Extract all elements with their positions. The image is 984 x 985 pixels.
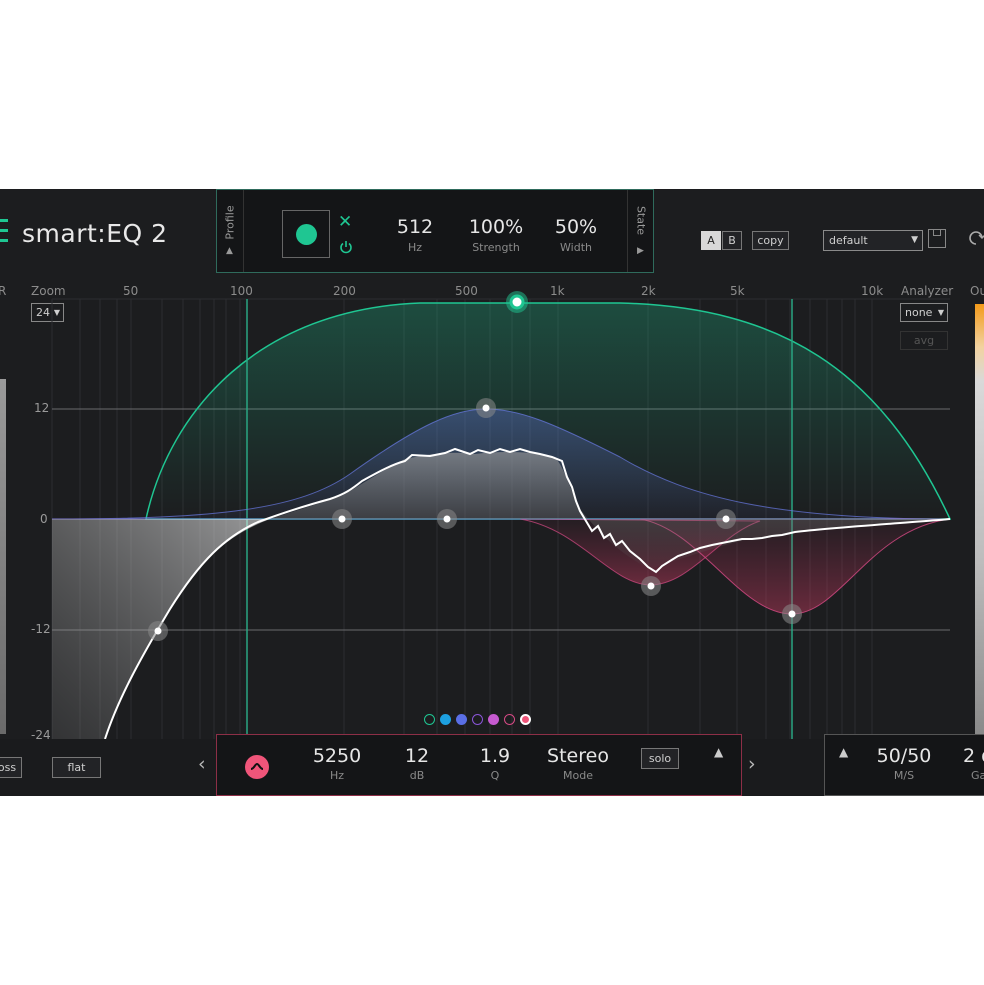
band-gain-value[interactable]: 12: [395, 745, 439, 767]
band-panel: 5250 Hz 12 dB 1.9 Q Stereo Mode solo ▲: [216, 734, 742, 796]
next-band-icon[interactable]: ›: [748, 753, 756, 775]
band-selector[interactable]: [424, 714, 536, 726]
band-dot-2[interactable]: [440, 714, 451, 725]
prev-band-icon[interactable]: ‹: [198, 753, 206, 775]
band-dot-7[interactable]: [520, 714, 531, 725]
eq-graph[interactable]: [0, 189, 984, 796]
band-gain-label: dB: [409, 769, 425, 782]
band-dot-5[interactable]: [488, 714, 499, 725]
plugin-window: smart:EQ 2 Profile ▲ ✕ 512 Hz 100% Stren…: [0, 189, 984, 796]
band-handle-2[interactable]: [332, 509, 352, 529]
band-freq-label: Hz: [329, 769, 345, 782]
band-q-value[interactable]: 1.9: [473, 745, 517, 767]
band-handle-6[interactable]: [716, 509, 736, 529]
ms-value[interactable]: 50/50: [869, 745, 939, 767]
output-panel: ▲ 50/50 M/S 2 d Ga: [824, 734, 984, 796]
gain-value[interactable]: 2 d: [963, 745, 984, 767]
band-handle-3[interactable]: [437, 509, 457, 529]
band-freq-value[interactable]: 5250: [305, 745, 369, 767]
flat-button[interactable]: flat: [52, 757, 101, 778]
solo-button[interactable]: solo: [641, 748, 679, 769]
band-dot-3[interactable]: [456, 714, 467, 725]
band-expand-icon[interactable]: ▲: [714, 745, 723, 759]
profile-handle[interactable]: [506, 291, 528, 313]
band-dot-6[interactable]: [504, 714, 515, 725]
band-mode-label: Mode: [563, 769, 593, 782]
band-handle-7[interactable]: [782, 604, 802, 624]
band-handle-lowcut[interactable]: [148, 621, 168, 641]
band-q-label: Q: [490, 769, 500, 782]
band-handle-5[interactable]: [641, 576, 661, 596]
output-expand-icon[interactable]: ▲: [839, 745, 848, 759]
band-mode-value[interactable]: Stereo: [543, 745, 613, 767]
gain-label: Ga: [971, 769, 984, 782]
band-dot-4[interactable]: [472, 714, 483, 725]
band-handle-4[interactable]: [476, 398, 496, 418]
ms-label: M/S: [893, 769, 915, 782]
bypass-button[interactable]: oss: [0, 757, 22, 778]
bell-filter-icon[interactable]: [245, 755, 269, 779]
band-dot-1[interactable]: [424, 714, 435, 725]
